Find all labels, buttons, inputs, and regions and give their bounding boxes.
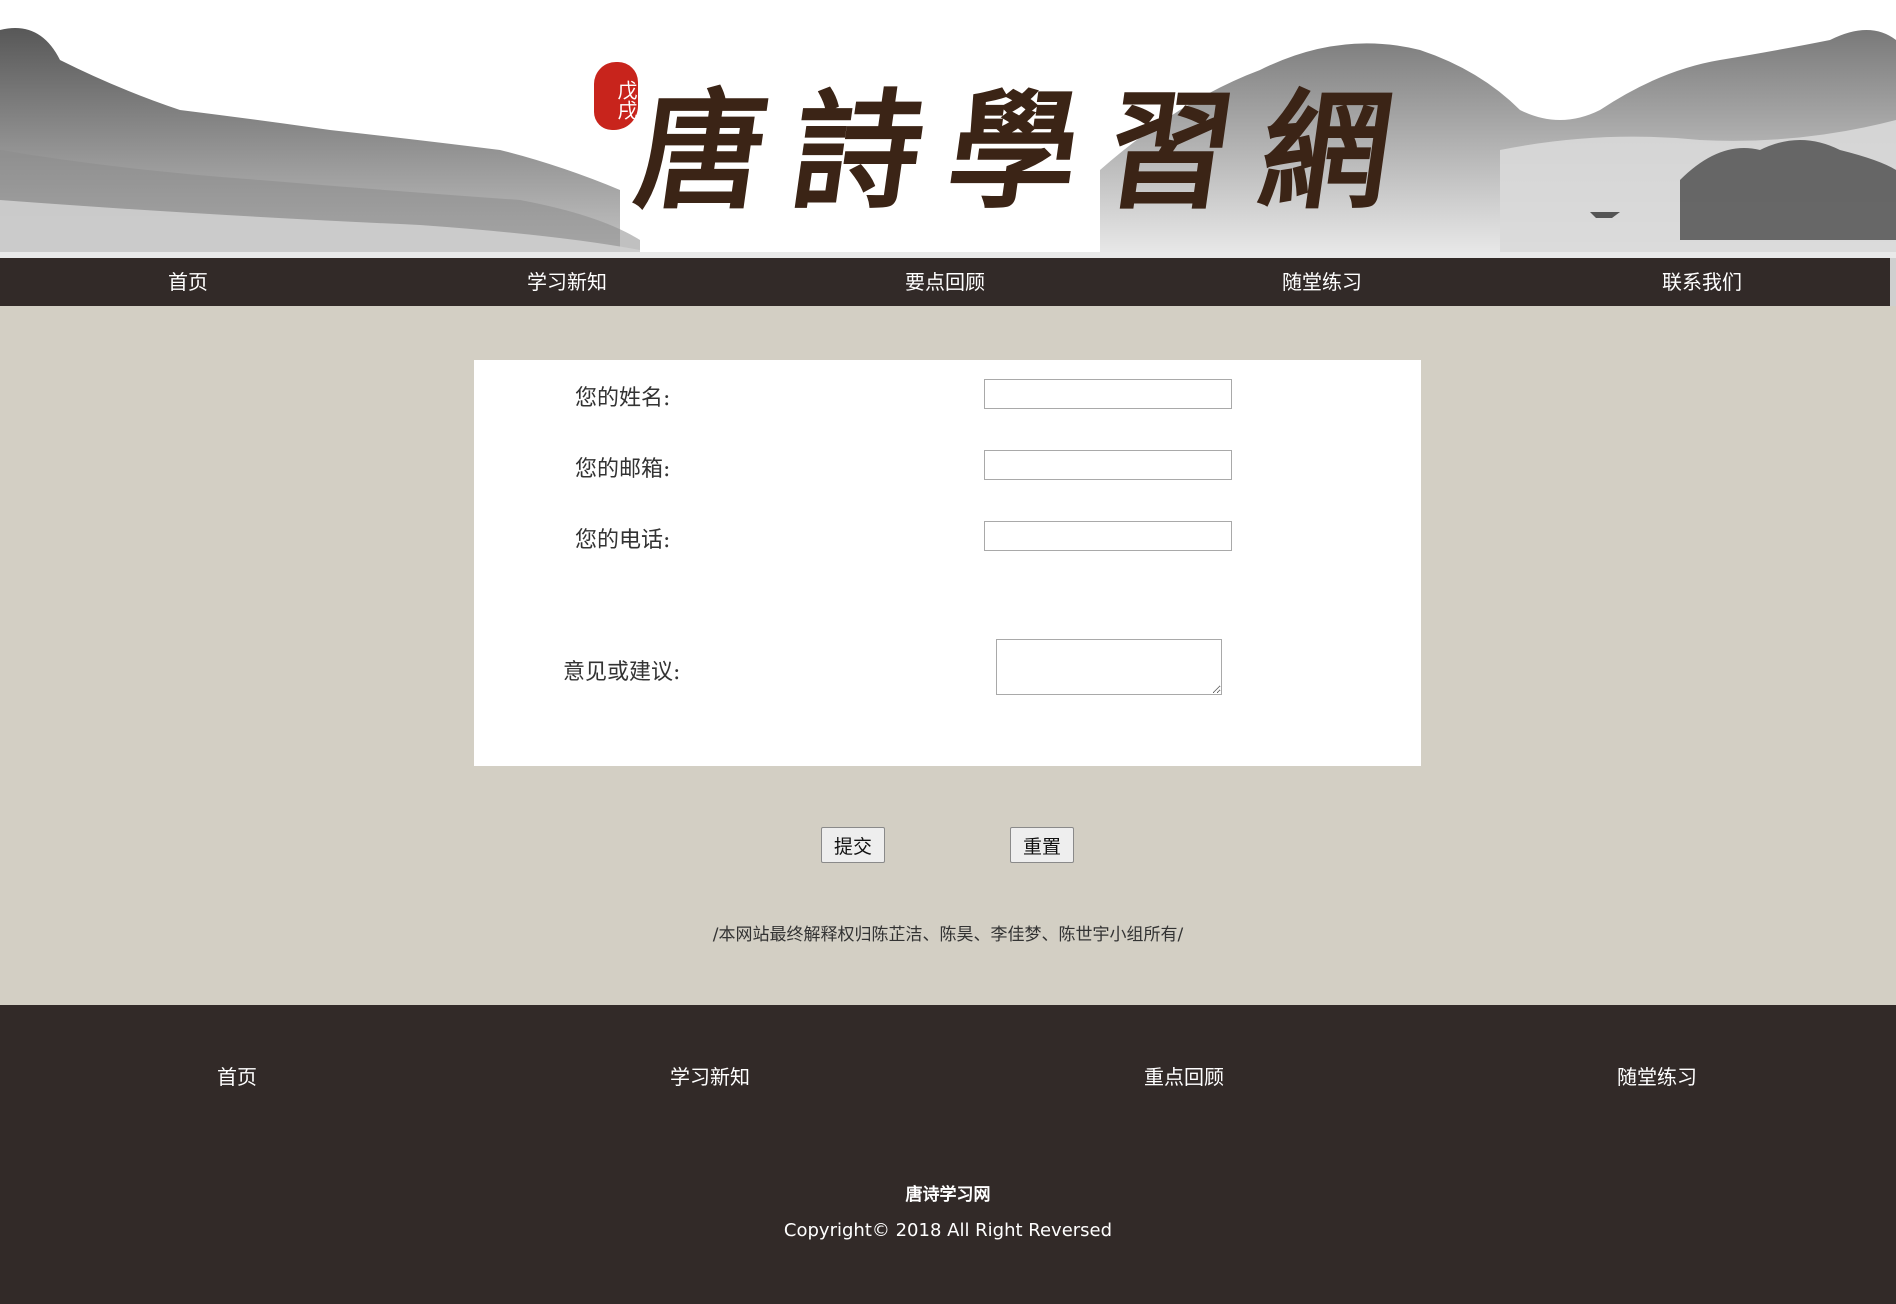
top-nav: 首页 学习新知 要点回顾 随堂练习 联系我们 [0, 258, 1896, 306]
footer-nav-item-learn-new[interactable]: 学习新知 [610, 1061, 810, 1090]
footer: 首页 学习新知 重点回顾 随堂练习 唐诗学习网 Copyright© 2018 … [0, 1005, 1896, 1304]
footer-copyright: Copyright© 2018 All Right Reversed [783, 1220, 1113, 1241]
submit-button[interactable]: 提交 [821, 827, 885, 863]
red-seal-stamp: 戊戌 [594, 62, 638, 130]
top-nav-item-review[interactable]: 要点回顾 [845, 258, 1045, 306]
name-label: 您的姓名: [575, 386, 671, 411]
site-logo-calligraphy: 唐詩學習網 [627, 77, 1429, 227]
top-nav-item-contact[interactable]: 联系我们 [1602, 258, 1802, 306]
footer-nav-item-practice[interactable]: 随堂练习 [1557, 1061, 1757, 1090]
phone-input[interactable] [984, 521, 1232, 551]
top-nav-item-practice[interactable]: 随堂练习 [1222, 258, 1422, 306]
phone-label: 您的电话: [575, 528, 671, 553]
top-nav-item-learn-new[interactable]: 学习新知 [467, 258, 667, 306]
contact-form-panel: 您的姓名: 您的邮箱: 您的电话: 意见或建议: [474, 360, 1421, 766]
footer-nav-item-key-review[interactable]: 重点回顾 [1084, 1061, 1284, 1090]
footer-nav-item-home[interactable]: 首页 [137, 1061, 337, 1090]
page: 戊戌 唐詩學習網 首页 学习新知 要点回顾 随堂练习 联系我们 您的姓名: 您的… [0, 0, 1896, 1304]
name-input[interactable] [984, 379, 1232, 409]
email-label: 您的邮箱: [575, 457, 671, 482]
top-nav-item-home[interactable]: 首页 [88, 258, 288, 306]
email-input[interactable] [984, 450, 1232, 480]
header-banner: 戊戌 唐詩學習網 [0, 0, 1896, 258]
feedback-label: 意见或建议: [563, 660, 681, 685]
feedback-textarea[interactable] [996, 639, 1222, 695]
rights-note: /本网站最终解释权归陈芷洁、陈昊、李佳梦、陈世宇小组所有/ [712, 925, 1184, 945]
reset-button[interactable]: 重置 [1010, 827, 1074, 863]
footer-site-name: 唐诗学习网 [905, 1185, 991, 1205]
